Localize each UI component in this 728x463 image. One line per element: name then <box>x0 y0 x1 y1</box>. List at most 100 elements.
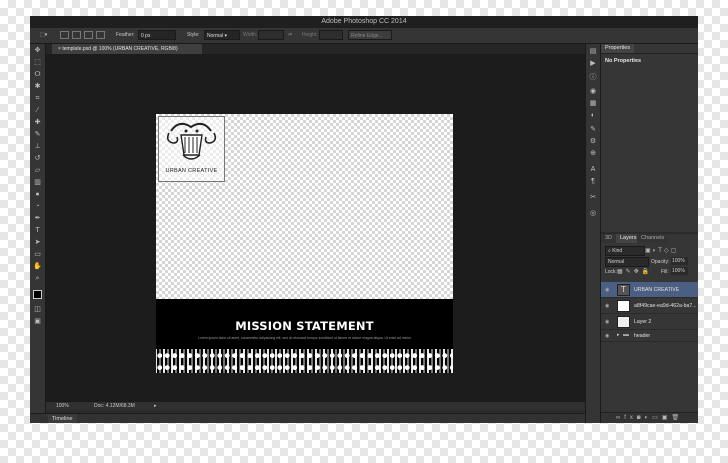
character-panel-icon[interactable]: A <box>589 166 597 173</box>
shape-icon[interactable]: ▭ <box>33 251 42 259</box>
layer-name: Layer 2 <box>634 319 652 325</box>
style-label: Style: <box>187 32 200 38</box>
gradient-icon[interactable]: ▥ <box>33 179 42 187</box>
properties-panel: Properties No Properties <box>601 44 698 232</box>
quick-mask-icon[interactable]: ◫ <box>33 306 42 314</box>
tool-presets-icon[interactable]: ✂ <box>589 194 597 201</box>
eyedropper-icon[interactable]: ⁄ <box>33 107 42 115</box>
zoom-icon[interactable]: ⌕ <box>33 275 42 283</box>
brush-icon[interactable]: ✎ <box>33 131 42 139</box>
brush-presets-icon[interactable]: ⚙ <box>589 138 597 145</box>
color-panel-icon[interactable]: ◉ <box>589 88 597 95</box>
layer-row[interactable]: ◉ T URBAN CREATIVE <box>601 282 698 298</box>
paragraph-panel-icon[interactable]: ¶ <box>589 178 597 185</box>
ram-emblem-icon <box>166 122 217 160</box>
layer-thumbnail <box>617 316 630 328</box>
clone-source-icon[interactable]: ⊕ <box>589 150 597 157</box>
swap-dimensions-icon[interactable]: ⇄ <box>288 31 292 40</box>
decorative-pattern-band <box>156 349 453 373</box>
visibility-eye-icon[interactable]: ◉ <box>605 287 612 293</box>
canvas-pasteboard[interactable]: URBAN CREATIVE MISSION STATEMENT Lorem i… <box>46 54 585 402</box>
timeline-tab[interactable]: Timeline <box>48 414 77 423</box>
crop-icon[interactable]: ⌗ <box>33 95 42 103</box>
style-select[interactable]: Normal ▾ <box>204 30 240 40</box>
type-icon[interactable]: T <box>33 227 42 235</box>
width-input[interactable] <box>258 30 284 40</box>
info-panel-icon[interactable]: ⓘ <box>589 74 597 81</box>
status-menu-arrow-icon[interactable]: ▸ <box>154 402 157 410</box>
opacity-label: Opacity: <box>651 259 670 265</box>
lasso-icon[interactable]: ⵔ <box>33 71 42 79</box>
filter-icons[interactable]: ▣◐T◇▢ <box>645 247 678 254</box>
history-panel-icon[interactable]: ▤ <box>589 48 597 55</box>
tools-panel: ✥ ⬚ ⵔ ✱ ⌗ ⁄ ✚ ✎ ⊥ ↺ ▱ ▥ ● ◔ ✒ T ➤ ▭ ✋ ⌕ … <box>30 44 46 423</box>
foreground-color-swatch[interactable] <box>33 290 42 299</box>
layer-row[interactable]: ◉ Layer 2 <box>601 314 698 330</box>
document-area: × template.psd @ 100% (URBAN CREATIVE, R… <box>46 44 585 410</box>
marquee-icon[interactable]: ⬚ <box>33 59 42 67</box>
mission-body-text: Lorem ipsum dolor sit amet, consectetur … <box>198 336 411 340</box>
dodge-icon[interactable]: ◔ <box>33 203 42 211</box>
visibility-eye-icon[interactable]: ◉ <box>605 303 612 309</box>
feather-label: Feather: <box>116 32 135 38</box>
history-brush-icon[interactable]: ↺ <box>33 155 42 163</box>
eraser-icon[interactable]: ▱ <box>33 167 42 175</box>
height-input[interactable] <box>319 30 343 40</box>
screen-mode-icon[interactable]: ▣ <box>33 318 42 326</box>
layer-row[interactable]: ◉ ▸ ▬ header <box>601 330 698 342</box>
document-tab[interactable]: × template.psd @ 100% (URBAN CREATIVE, R… <box>52 44 202 54</box>
status-bar: 100% Doc: 4.12M/68.3M ▸ <box>46 402 585 410</box>
layer-filter-value: Kind <box>612 248 623 254</box>
canvas[interactable]: URBAN CREATIVE MISSION STATEMENT Lorem i… <box>156 114 453 373</box>
swatches-panel-icon[interactable]: ▦ <box>589 100 597 107</box>
pen-icon[interactable]: ✒ <box>33 215 42 223</box>
options-bar: ⬚▾ Feather: 0 px Style: Normal ▾ Width: … <box>30 28 698 44</box>
subtract-selection-icon[interactable] <box>84 31 93 39</box>
mission-heading: MISSION STATEMENT <box>235 319 374 333</box>
opacity-input[interactable]: 100% <box>671 257 688 265</box>
3d-panel-icon[interactable]: ◎ <box>589 210 597 217</box>
mission-section: MISSION STATEMENT Lorem ipsum dolor sit … <box>156 299 453 373</box>
move-icon[interactable]: ✥ <box>33 47 42 55</box>
visibility-eye-icon[interactable]: ◉ <box>605 333 612 339</box>
tab-properties[interactable]: Properties <box>601 44 635 53</box>
blur-icon[interactable]: ● <box>33 191 42 199</box>
tab-channels[interactable]: Channels <box>637 234 669 243</box>
intersect-selection-icon[interactable] <box>96 31 105 39</box>
folder-icon: ▬ <box>623 332 629 338</box>
panel-divider <box>601 53 698 54</box>
transparent-area: URBAN CREATIVE <box>156 114 453 299</box>
photoshop-window: Adobe Photoshop CC 2014 ⬚▾ Feather: 0 px… <box>30 16 698 423</box>
lock-icons[interactable]: ▦✎✥🔒 <box>617 268 652 275</box>
adjustments-panel-icon[interactable]: ◐ <box>589 112 597 119</box>
layers-footer-icons[interactable]: ∞fx◙◐▭▣🗑 <box>601 412 698 423</box>
brushes-panel-icon[interactable]: ✎ <box>589 126 597 133</box>
path-select-icon[interactable]: ➤ <box>33 239 42 247</box>
refine-edge-button[interactable]: Refine Edge... <box>348 30 392 40</box>
new-selection-icon[interactable] <box>60 31 69 39</box>
add-selection-icon[interactable] <box>72 31 81 39</box>
text-layer-thumb-icon: T <box>617 284 630 296</box>
hand-icon[interactable]: ✋ <box>33 263 42 271</box>
tab-3d[interactable]: 3D <box>601 234 617 243</box>
clone-stamp-icon[interactable]: ⊥ <box>33 143 42 151</box>
spot-heal-icon[interactable]: ✚ <box>33 119 42 127</box>
document-tab-label: template.psd @ 100% (URBAN CREATIVE, RGB… <box>62 46 178 52</box>
no-properties-text: No Properties <box>605 58 642 64</box>
layer-row[interactable]: ◉ a8f49cae-ea9d-462a-ba7... <box>601 298 698 314</box>
layer-name: URBAN CREATIVE <box>634 287 680 293</box>
height-label: Height: <box>302 32 318 38</box>
fill-input[interactable]: 100% <box>671 267 688 275</box>
layer-name: header <box>634 333 651 339</box>
quick-select-icon[interactable]: ✱ <box>33 83 42 91</box>
blend-mode-value: Normal <box>608 259 625 265</box>
layer-filter-select[interactable]: ⌕ Kind <box>605 246 645 256</box>
visibility-eye-icon[interactable]: ◉ <box>605 319 612 325</box>
zoom-level[interactable]: 100% <box>56 402 69 410</box>
layers-panel: 3D Layers Channels ⌕ Kind ▣◐T◇▢ Normal O… <box>601 234 698 423</box>
feather-input[interactable]: 0 px <box>138 30 176 40</box>
marquee-tool-preset-icon[interactable]: ⬚▾ <box>40 31 47 40</box>
blend-mode-select[interactable]: Normal <box>605 257 649 267</box>
expand-arrow-icon[interactable]: ▸ <box>617 332 620 338</box>
actions-panel-icon[interactable]: ▶ <box>589 60 597 67</box>
